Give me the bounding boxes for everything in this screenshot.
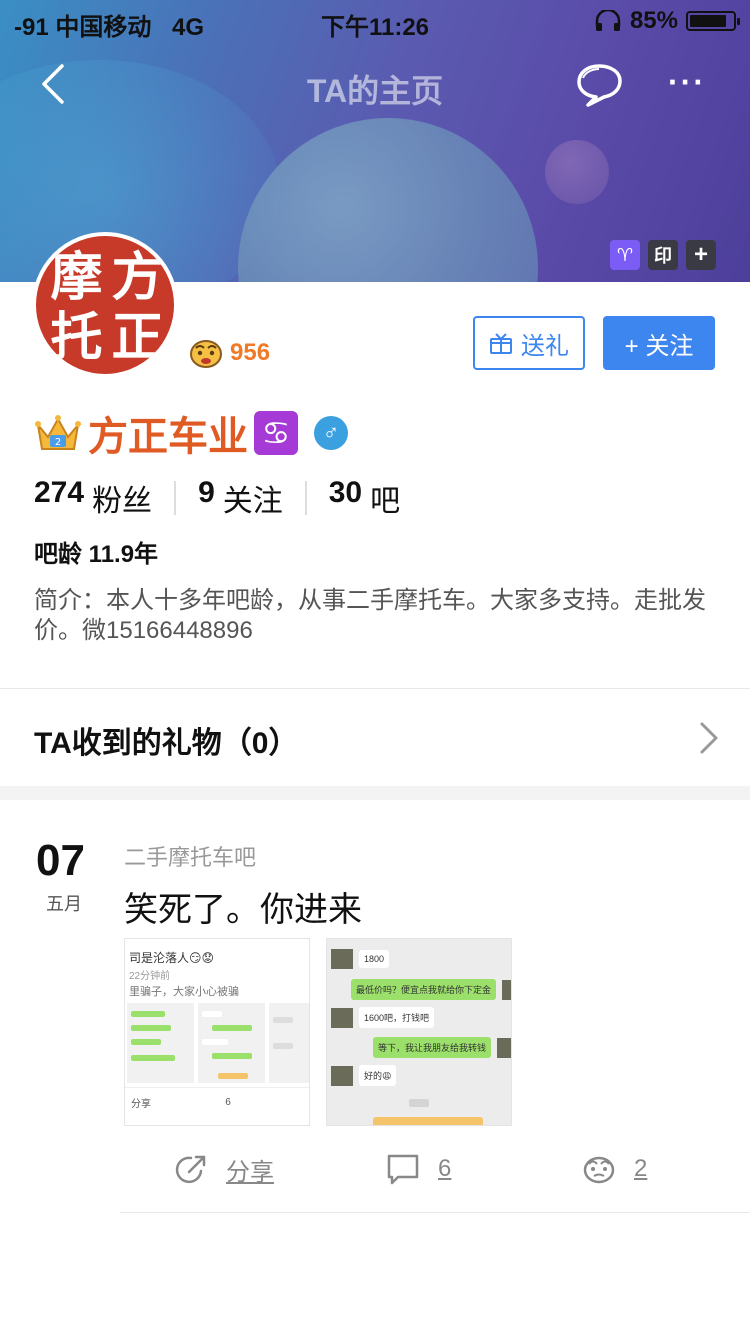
following-count: 9 bbox=[198, 476, 215, 509]
headphone-icon bbox=[595, 10, 621, 31]
thumb-comments: 6 bbox=[225, 1097, 231, 1108]
stat-divider bbox=[174, 481, 177, 515]
chat-row: 最低价吗？便宜点我就给你下定金 bbox=[351, 979, 511, 1000]
thumb-text: 司是沦落人😏😟 bbox=[129, 951, 215, 965]
post-title[interactable]: 笑死了。你进来 bbox=[124, 882, 362, 931]
banner-planet bbox=[238, 118, 538, 282]
stat-following[interactable]: 9 关注 bbox=[198, 476, 283, 520]
thumb-text: 22分钟前 bbox=[129, 971, 171, 982]
bars-label: 吧 bbox=[370, 485, 401, 518]
fans-label: 粉丝 bbox=[92, 485, 153, 518]
chat-message: 1600吧，打钱吧 bbox=[359, 1007, 435, 1028]
thumb-cell bbox=[268, 1003, 309, 1083]
male-gender-icon: ♂ bbox=[314, 416, 348, 450]
post-day: 07 bbox=[36, 836, 85, 885]
chat-row: 1600吧，打钱吧 bbox=[331, 1007, 435, 1028]
thumb-cell bbox=[197, 1003, 265, 1083]
share-button[interactable]: 分享 bbox=[174, 1152, 274, 1187]
avatar-char: 摩 bbox=[50, 248, 103, 308]
chat-row: 好的😩 bbox=[331, 1065, 397, 1086]
thumb-footer: 分享 6 bbox=[125, 1087, 309, 1117]
status-bar: -91 中国移动 4G 下午11:26 85% bbox=[0, 0, 750, 41]
divider bbox=[0, 688, 750, 689]
bar-age: 吧龄 11.9年 bbox=[34, 541, 159, 568]
aries-badge-icon[interactable]: ♈ bbox=[610, 240, 640, 270]
seal-badge[interactable]: 印 bbox=[648, 240, 678, 270]
level-value: 956 bbox=[230, 339, 271, 366]
avatar-char: 托 bbox=[50, 308, 103, 368]
battery-icon bbox=[686, 11, 740, 31]
follow-button[interactable]: + 关注 bbox=[603, 316, 715, 370]
chat-message: 1800 bbox=[359, 950, 390, 968]
more-icon[interactable]: ··· bbox=[668, 64, 718, 104]
username: 方正车业 bbox=[88, 415, 248, 459]
share-label: 分享 bbox=[226, 1159, 274, 1186]
profile-stats: 274 粉丝 9 关注 30 吧 bbox=[34, 476, 400, 520]
post-actions: 分享 6 2 bbox=[0, 1140, 750, 1204]
comment-button[interactable]: 6 bbox=[386, 1152, 451, 1186]
like-count: 2 bbox=[634, 1155, 648, 1182]
avatar[interactable]: 摩 方 托 正 bbox=[32, 232, 178, 378]
page-title: TA的主页 bbox=[306, 73, 444, 109]
profile-intro: 简介：本人十多年吧龄，从事二手摩托车。大家多支持。走批发价。微151664488… bbox=[34, 587, 706, 644]
section-divider bbox=[0, 786, 750, 800]
chat-row: 等下，我让我朋友给我转钱 bbox=[373, 1037, 511, 1058]
stat-bars[interactable]: 30 吧 bbox=[329, 476, 400, 520]
stat-fans[interactable]: 274 粉丝 bbox=[34, 476, 152, 520]
like-button[interactable]: 2 bbox=[582, 1152, 647, 1186]
send-gift-button[interactable]: 送礼 bbox=[473, 316, 585, 370]
stat-divider bbox=[304, 481, 307, 515]
like-face-icon bbox=[583, 1156, 615, 1184]
post-forum[interactable]: 二手摩托车吧 bbox=[124, 840, 256, 872]
gift-icon bbox=[490, 333, 512, 354]
thumb-share: 分享 bbox=[131, 1099, 151, 1110]
divider bbox=[120, 1212, 750, 1213]
banner-badges: ♈ 印 + bbox=[610, 240, 716, 270]
thumb-grid bbox=[125, 1003, 309, 1083]
post-image-2[interactable]: 1800 最低价吗？便宜点我就给你下定金 1600吧，打钱吧 等下，我让我朋友给… bbox=[326, 938, 512, 1126]
add-badge-icon[interactable]: + bbox=[686, 240, 716, 270]
battery-percent: 85% bbox=[629, 7, 678, 34]
fans-count: 274 bbox=[34, 476, 85, 509]
share-icon bbox=[175, 1155, 206, 1183]
post-image-1[interactable]: 司是沦落人😏😟 22分钟前 里骗子，大家小心被骗 分享 6 bbox=[124, 938, 310, 1126]
post-month: 五月 bbox=[46, 894, 82, 914]
cancer-zodiac-icon: ♋ bbox=[254, 411, 298, 455]
comment-count: 6 bbox=[438, 1155, 452, 1182]
nav-bar: TA的主页 ··· bbox=[0, 50, 750, 120]
avatar-char: 方 bbox=[111, 248, 164, 308]
comment-icon bbox=[387, 1154, 419, 1185]
chat-row: 1800 bbox=[331, 949, 390, 969]
follow-label: + 关注 bbox=[624, 332, 694, 360]
following-label: 关注 bbox=[222, 485, 283, 518]
thumb-text: 里骗子，大家小心被骗 bbox=[129, 986, 239, 998]
send-gift-label: 送礼 bbox=[521, 332, 569, 360]
bars-count: 30 bbox=[328, 476, 363, 509]
thumb-cell bbox=[127, 1003, 194, 1083]
avatar-char: 正 bbox=[111, 308, 164, 368]
chat-bubble-icon[interactable] bbox=[574, 60, 624, 108]
battery-fill bbox=[690, 15, 726, 27]
status-right: 85% bbox=[594, 7, 740, 35]
received-gifts-row[interactable]: TA收到的礼物（0） bbox=[0, 690, 750, 786]
chat-message: 等下，我让我朋友给我转钱 bbox=[373, 1037, 492, 1058]
chat-message: 最低价吗？便宜点我就给你下定金 bbox=[351, 979, 497, 1000]
crown-icon: 2 bbox=[35, 415, 81, 450]
user-level: 956 bbox=[188, 336, 270, 370]
chat-message: 好的😩 bbox=[359, 1065, 397, 1086]
received-gifts-title: TA收到的礼物（0） bbox=[34, 727, 299, 760]
level-face-icon bbox=[190, 340, 222, 368]
chevron-right-icon bbox=[700, 722, 718, 754]
name-row: 2 方正车业 ♋ ♂ bbox=[34, 404, 348, 462]
banner-small-planet bbox=[545, 140, 609, 204]
svg-text:2: 2 bbox=[55, 437, 61, 448]
